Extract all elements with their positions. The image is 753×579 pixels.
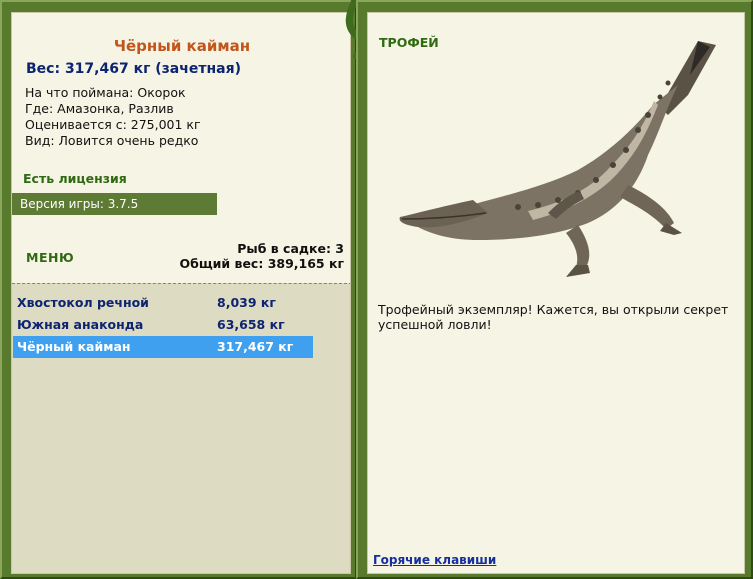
catch-weight: 317,467 кг bbox=[217, 339, 294, 354]
license-status: Есть лицензия bbox=[23, 171, 127, 186]
trophy-panel: ТРОФЕЙ Трофейный экземпляр! Кажется, вы … bbox=[367, 12, 745, 574]
right-panel-frame: ТРОФЕЙ Трофейный экземпляр! Кажется, вы … bbox=[356, 0, 753, 579]
catch-name: Чёрный кайман bbox=[17, 339, 131, 354]
catch-list: Хвостокол речной 8,039 кг Южная анаконда… bbox=[12, 283, 350, 573]
catch-weight: 63,658 кг bbox=[217, 317, 285, 332]
left-panel-frame: Чёрный кайман Вес: 317,467 кг (зачетная)… bbox=[0, 0, 357, 579]
cage-summary: Рыб в садке: 3 Общий вес: 389,165 кг bbox=[180, 241, 345, 271]
cage-count: Рыб в садке: 3 bbox=[237, 241, 344, 256]
cage-total-weight: Общий вес: 389,165 кг bbox=[179, 256, 345, 271]
trophy-message: Трофейный экземпляр! Кажется, вы открыли… bbox=[378, 302, 729, 332]
fish-info-panel: Чёрный кайман Вес: 317,467 кг (зачетная)… bbox=[11, 12, 351, 574]
hotkeys-link[interactable]: Горячие клавиши bbox=[373, 553, 496, 567]
catch-name: Южная анаконда bbox=[17, 317, 144, 332]
game-version: Версия игры: 3.7.5 bbox=[12, 193, 217, 215]
fish-location: Где: Амазонка, Разлив bbox=[25, 101, 174, 116]
fish-rated-from: Оценивается с: 275,001 кг bbox=[25, 117, 201, 132]
fish-bait: На что поймана: Окорок bbox=[25, 85, 186, 100]
menu-button[interactable]: МЕНЮ bbox=[26, 250, 74, 265]
fish-title: Чёрный кайман bbox=[113, 37, 251, 55]
caiman-image bbox=[399, 41, 716, 277]
catch-row-selected[interactable]: Чёрный кайман 317,467 кг bbox=[13, 336, 313, 358]
catch-weight: 8,039 кг bbox=[217, 295, 276, 310]
fish-weight: Вес: 317,467 кг (зачетная) bbox=[26, 61, 241, 77]
fish-rarity: Вид: Ловится очень редко bbox=[25, 133, 199, 148]
catch-row[interactable]: Хвостокол речной 8,039 кг bbox=[13, 292, 313, 314]
catch-name: Хвостокол речной bbox=[17, 295, 149, 310]
catch-row[interactable]: Южная анаконда 63,658 кг bbox=[13, 314, 313, 336]
